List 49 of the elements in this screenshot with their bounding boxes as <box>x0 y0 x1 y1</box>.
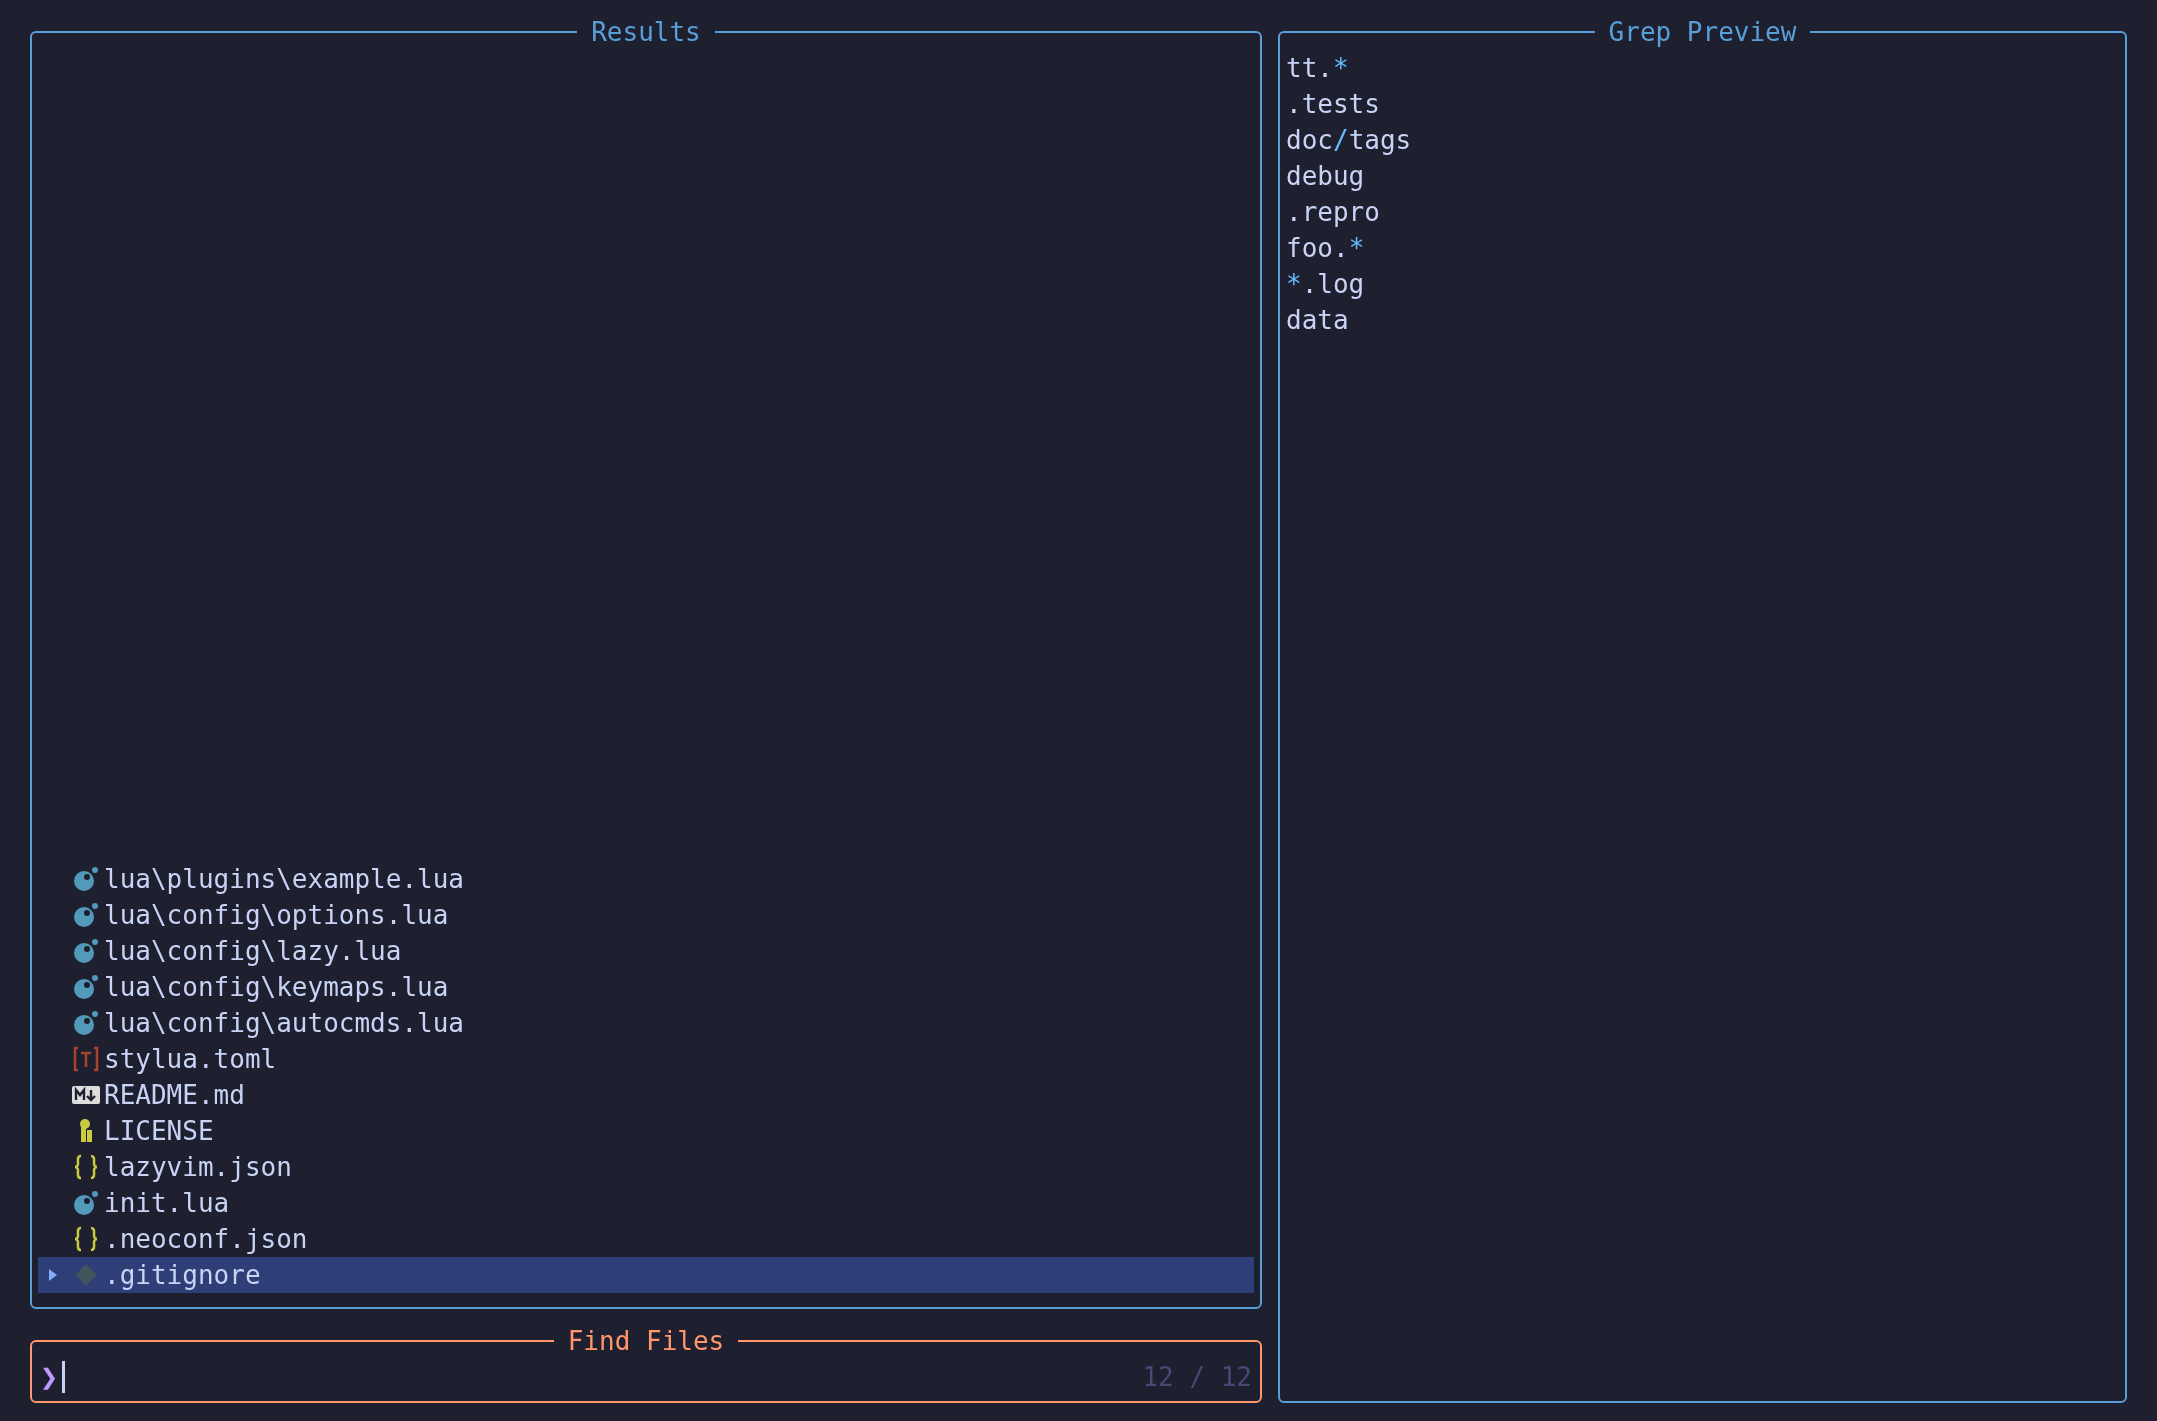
file-name: lua\config\autocmds.lua <box>104 1007 465 1040</box>
file-item[interactable]: init.lua <box>38 1185 1254 1221</box>
preview-line: debug <box>1286 160 1365 193</box>
preview-line: .tests <box>1286 88 1380 121</box>
file-name: stylua.toml <box>104 1043 277 1076</box>
prompt-title: Find Files <box>566 1325 726 1358</box>
file-name: init.lua <box>104 1187 230 1220</box>
file-name: lua\config\lazy.lua <box>104 935 402 968</box>
preview-line: .repro <box>1286 196 1380 229</box>
preview-line: doc/tags <box>1286 124 1412 157</box>
file-item[interactable]: lua\config\lazy.lua <box>38 933 1254 969</box>
git-icon <box>74 1263 98 1287</box>
file-name: lua\config\options.lua <box>104 899 449 932</box>
file-name: lazyvim.json <box>104 1151 292 1184</box>
panel-title: Results <box>590 16 702 49</box>
file-item[interactable]: .neoconf.json <box>38 1221 1254 1257</box>
panel-title: Grep Preview <box>1607 16 1798 49</box>
match-count: 12 / 12 <box>1142 1361 1252 1394</box>
file-item[interactable]: README.md <box>38 1077 1254 1113</box>
bracket-t-icon <box>73 1046 99 1072</box>
file-item[interactable]: .gitignore <box>38 1257 1254 1293</box>
file-name: lua\config\keymaps.lua <box>104 971 449 1004</box>
file-item[interactable]: lua\config\autocmds.lua <box>38 1005 1254 1041</box>
file-name: README.md <box>104 1079 245 1112</box>
moon-icon <box>73 1190 99 1216</box>
braces-icon <box>73 1226 99 1252</box>
moon-icon <box>73 1010 99 1036</box>
file-name: lua\plugins\example.lua <box>104 863 465 896</box>
file-name: .gitignore <box>104 1259 261 1292</box>
file-item[interactable]: lua\config\keymaps.lua <box>38 969 1254 1005</box>
braces-icon <box>73 1154 99 1180</box>
preview-line: *.log <box>1286 268 1365 301</box>
preview-line: tt.* <box>1286 52 1349 85</box>
file-name: LICENSE <box>104 1115 214 1148</box>
file-item[interactable]: stylua.toml <box>38 1041 1254 1077</box>
file-item[interactable]: lua\config\options.lua <box>38 897 1254 933</box>
file-name: .neoconf.json <box>104 1223 308 1256</box>
preview-line: foo.* <box>1286 232 1365 265</box>
file-item[interactable]: lua\plugins\example.lua <box>38 861 1254 897</box>
moon-icon <box>73 974 99 1000</box>
markdown-icon <box>72 1086 100 1104</box>
file-item[interactable]: lazyvim.json <box>38 1149 1254 1185</box>
file-item[interactable]: LICENSE <box>38 1113 1254 1149</box>
moon-icon <box>73 938 99 964</box>
moon-icon <box>73 866 99 892</box>
caret-icon <box>48 1268 58 1282</box>
prompt-symbol: ❯ <box>40 1359 59 1395</box>
preview-line: data <box>1286 304 1349 337</box>
moon-icon <box>73 902 99 928</box>
